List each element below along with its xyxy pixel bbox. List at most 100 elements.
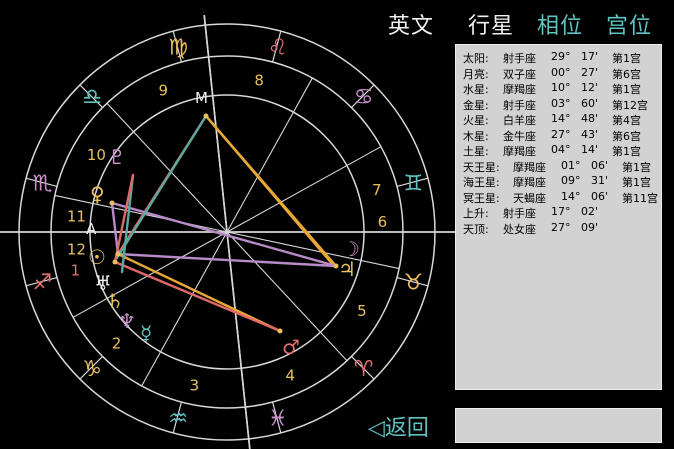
- planet-house: 第12宫: [612, 98, 648, 112]
- aspect-line: [204, 114, 336, 268]
- house-number: 7: [372, 181, 382, 199]
- zodiac-sign-icon: ♌: [268, 36, 288, 61]
- planet-name: 上升:: [463, 207, 489, 220]
- tab-houses[interactable]: 宫位: [606, 8, 652, 40]
- zodiac-sign-icon: ♐: [33, 271, 53, 296]
- planet-house: 第1宫: [622, 176, 651, 189]
- house-number: 6: [378, 213, 388, 231]
- planet-name: 海王星:: [463, 176, 500, 189]
- planet-degree: 29°: [551, 50, 571, 63]
- planet-name: 冥王星:: [463, 191, 500, 205]
- house-number: 3: [190, 377, 200, 395]
- zodiac-sign-icon: ♈: [354, 357, 374, 382]
- planet-row: 月亮: 双子座 00° 27' 第6宫: [463, 66, 661, 82]
- planet-name: 木星:: [463, 129, 489, 143]
- planet-degree: 00°: [551, 65, 571, 79]
- planet-house: 第1宫: [612, 83, 641, 96]
- aspect-endpoint: [277, 328, 283, 334]
- planet-sign: 天蝎座: [513, 191, 546, 205]
- house-cusp: [226, 231, 400, 270]
- house-number: 10: [87, 146, 106, 164]
- planet-degree: 03°: [551, 96, 571, 110]
- planet-degree: 17°: [551, 205, 571, 218]
- planet-minute: 14': [581, 143, 599, 156]
- planet-degree: 27°: [551, 220, 571, 234]
- tab-aspects[interactable]: 相位: [537, 8, 583, 40]
- mercury-icon: ☿: [140, 321, 152, 345]
- tab-planets[interactable]: 行星: [468, 8, 514, 40]
- zodiac-sign-icon: ♑: [82, 357, 102, 382]
- house-number: 12: [67, 240, 86, 258]
- aspect-endpoint: [109, 200, 115, 206]
- planet-sign: 双子座: [503, 67, 536, 81]
- venus-icon: ♀: [90, 182, 105, 206]
- planet-name: 月亮:: [463, 67, 489, 81]
- bottom-input-box: [455, 408, 662, 443]
- planet-sign: 处女座: [503, 222, 536, 236]
- planet-name: 火星:: [463, 114, 489, 127]
- planet-degree: 14°: [561, 189, 581, 203]
- planet-name: 水星:: [463, 83, 489, 96]
- planet-house: 第1宫: [612, 145, 641, 158]
- planet-degree: 27°: [551, 127, 571, 141]
- planet-minute: 06': [591, 189, 609, 203]
- planet-house: 第4宫: [612, 114, 641, 127]
- zodiac-sign-icon: ♊: [403, 171, 423, 196]
- planet-name: 天顶:: [463, 222, 489, 236]
- aspect-endpoint: [203, 113, 209, 119]
- planet-minute: 43': [581, 127, 599, 141]
- wheel-lines: [0, 15, 455, 449]
- house-number: 2: [112, 334, 122, 352]
- planet-degree: 09°: [561, 174, 581, 187]
- planet-row: 金星: 射手座 03° 60' 第12宫: [463, 97, 661, 113]
- ascendant-label: A: [86, 220, 97, 238]
- aspect-endpoint: [112, 259, 118, 265]
- planet-name: 太阳:: [463, 52, 489, 65]
- midheaven-label: M: [195, 89, 208, 107]
- planet-name: 天王星:: [463, 160, 500, 174]
- planet-sign: 射手座: [503, 98, 536, 112]
- planet-name: 金星:: [463, 98, 489, 112]
- zodiac-sign-icon: ♋: [354, 85, 374, 110]
- mars-icon: ♂: [282, 335, 300, 359]
- zodiac-sign-icon: ♏: [33, 171, 53, 196]
- planet-minute: 06': [591, 158, 609, 172]
- planet-house: 第6宫: [612, 67, 641, 81]
- planet-sign: 射手座: [503, 207, 536, 220]
- app-root: { "tabs": [ {"label":"英文","color":"#f0f0…: [0, 0, 674, 449]
- planet-sign: 摩羯座: [513, 176, 546, 189]
- planet-info-panel: 太阳: 射手座 29° 17' 第1宫 月亮: 双子座 00° 27' 第6宫 水星: 摩羯座 10° 1…: [455, 44, 662, 390]
- zodiac-sign-icon: ♉: [403, 271, 423, 296]
- planet-row: 上升: 射手座 17° 02': [463, 205, 661, 221]
- planet-sign: 射手座: [503, 52, 536, 65]
- aspect-lines: [109, 113, 339, 334]
- house-number: 4: [285, 367, 295, 385]
- zodiac-sign-icon: ♒: [168, 406, 188, 431]
- planet-minute: 17': [581, 50, 599, 63]
- planet-row: 太阳: 射手座 29° 17' 第1宫: [463, 50, 661, 66]
- pluto-icon: ♇: [108, 145, 126, 169]
- sun-icon: ☉: [88, 245, 106, 269]
- planet-minute: 48': [581, 112, 599, 125]
- planet-degree: 04°: [551, 143, 571, 156]
- planet-minute: 12': [581, 81, 599, 94]
- aspect-line: [116, 252, 282, 333]
- planet-minute: 60': [581, 96, 599, 110]
- planet-row: 冥王星: 天蝎座 14° 06' 第11宫: [463, 190, 661, 206]
- jupiter-icon: ♃: [338, 257, 356, 281]
- planet-row: 木星: 金牛座 27° 43' 第6宫: [463, 128, 661, 144]
- house-number: 1: [71, 262, 81, 280]
- planet-sign: 摩羯座: [503, 145, 536, 158]
- planet-row: 天王星: 摩羯座 01° 06' 第1宫: [463, 159, 661, 175]
- planet-house: 第1宫: [612, 52, 641, 65]
- planet-sign: 摩羯座: [503, 83, 536, 96]
- planet-row: 土星: 摩羯座 04° 14' 第1宫: [463, 143, 661, 159]
- zodiac-sign-icon: ♎: [82, 85, 102, 110]
- natal-chart-wheel: 123456789101112 ♏♎♍ ♌♋♊♉♈♓♒♑♐ ♇♀☉♅♄♆ ☿♂☽♃ …: [0, 15, 455, 449]
- planet-minute: 09': [581, 220, 599, 234]
- planet-degree: 10°: [551, 81, 571, 94]
- back-button[interactable]: ◁返回: [368, 410, 429, 442]
- planet-minute: 27': [581, 65, 599, 79]
- neptune-icon: ♆: [118, 309, 136, 333]
- aspect-endpoint: [115, 251, 121, 257]
